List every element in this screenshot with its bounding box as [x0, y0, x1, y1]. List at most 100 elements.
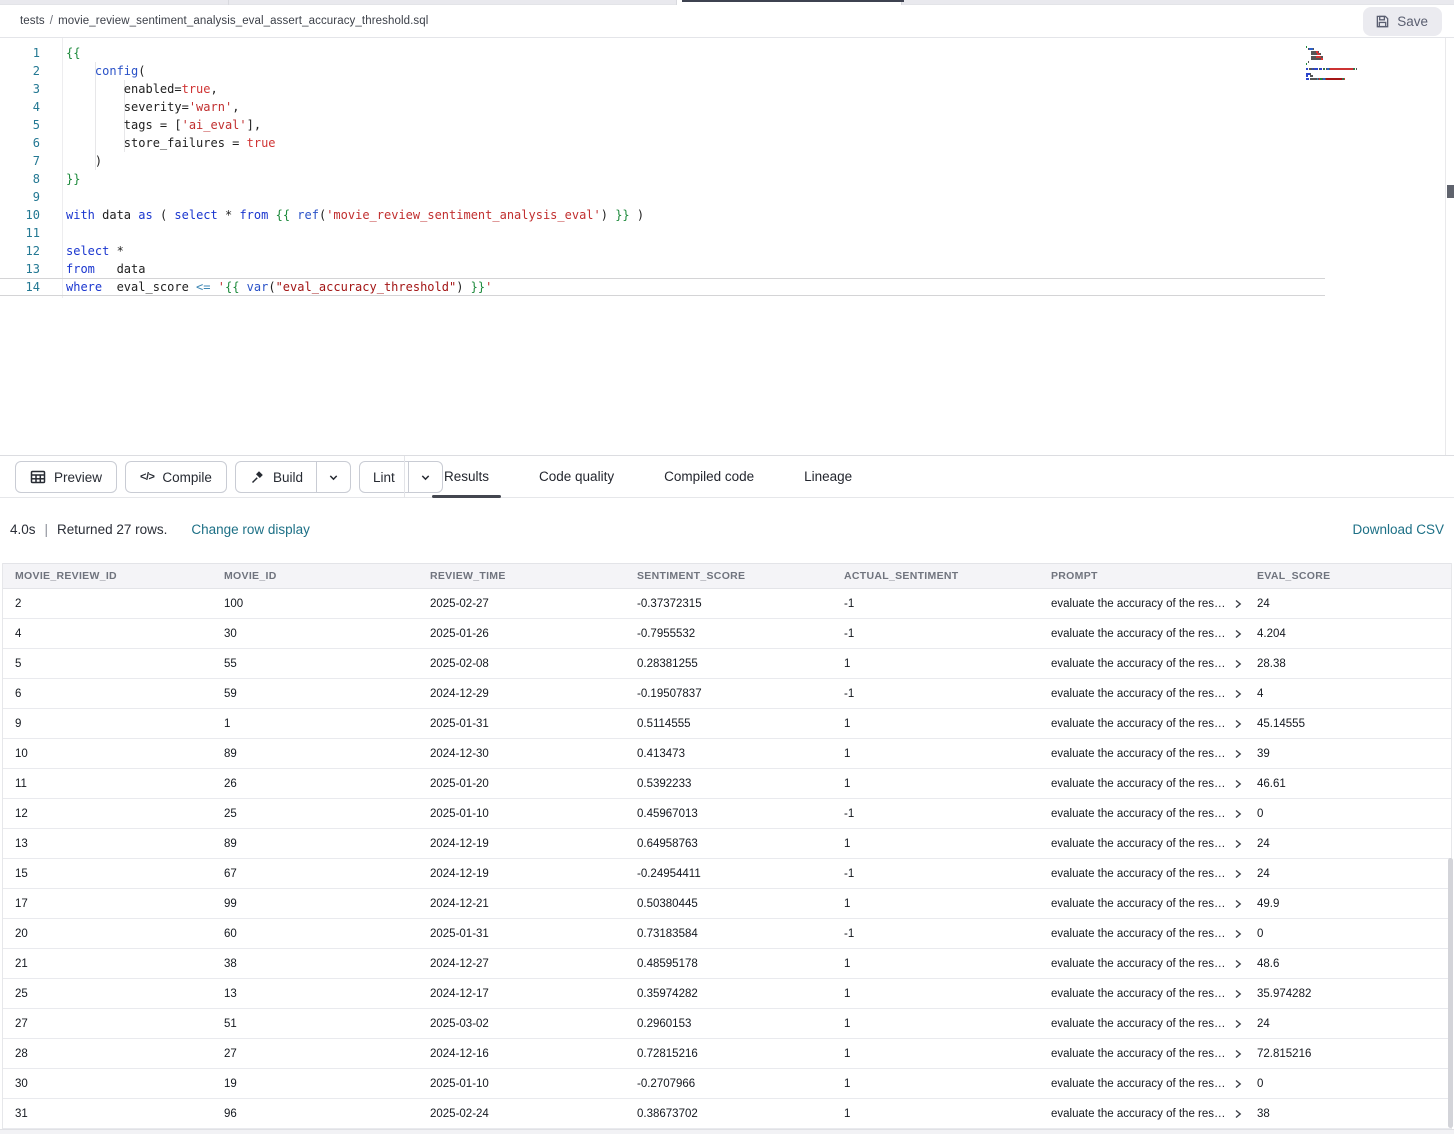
preview-button-label: Preview: [54, 470, 102, 485]
cell-prompt[interactable]: evaluate the accuracy of the res…: [1039, 718, 1245, 730]
editor-scrollbar-track: [1445, 38, 1446, 455]
lint-button[interactable]: Lint: [360, 462, 408, 492]
tab-lineage[interactable]: Lineage: [779, 456, 877, 498]
build-button-group: Build: [235, 461, 351, 493]
cell-prompt[interactable]: evaluate the accuracy of the res…: [1039, 688, 1245, 700]
code-line[interactable]: 13from data: [0, 260, 1325, 278]
preview-button[interactable]: Preview: [15, 461, 117, 493]
tab-compiled-code[interactable]: Compiled code: [639, 456, 779, 498]
cell-prompt[interactable]: evaluate the accuracy of the res…: [1039, 928, 1245, 940]
cell-prompt[interactable]: evaluate the accuracy of the res…: [1039, 1078, 1245, 1090]
chevron-right-icon[interactable]: [1233, 928, 1243, 940]
cell-prompt[interactable]: evaluate the accuracy of the res…: [1039, 778, 1245, 790]
cell-movie_id: 38: [212, 958, 418, 970]
cell-prompt[interactable]: evaluate the accuracy of the res…: [1039, 988, 1245, 1000]
build-button[interactable]: Build: [236, 462, 316, 492]
cell-eval_score: 28.38: [1245, 658, 1451, 670]
chevron-right-icon[interactable]: [1233, 628, 1243, 640]
cell-sentiment_score: -0.37372315: [625, 598, 832, 610]
cell-movie_review_id: 31: [3, 1108, 212, 1120]
download-csv-link[interactable]: Download CSV: [1352, 522, 1444, 537]
cell-prompt[interactable]: evaluate the accuracy of the res…: [1039, 1108, 1245, 1120]
tab-results[interactable]: Results: [419, 456, 514, 498]
cell-actual_sentiment: 1: [832, 1108, 1039, 1120]
query-status: 4.0s | Returned 27 rows. Change row disp…: [10, 522, 310, 537]
code-line[interactable]: 7 ): [0, 152, 1325, 170]
code-line[interactable]: 4 severity='warn',: [0, 98, 1325, 116]
chevron-right-icon[interactable]: [1233, 688, 1243, 700]
save-button-label: Save: [1397, 14, 1428, 29]
hammer-icon: [249, 469, 265, 485]
table-row: 912025-01-310.51145551evaluate the accur…: [3, 709, 1451, 739]
code-line[interactable]: 10with data as ( select * from {{ ref('m…: [0, 206, 1325, 224]
code-editor[interactable]: 1{{2 config(3 enabled=true,4 severity='w…: [0, 38, 1454, 455]
breadcrumb: tests/movie_review_sentiment_analysis_ev…: [20, 15, 428, 27]
save-button[interactable]: Save: [1363, 7, 1442, 36]
code-line[interactable]: 14where eval_score <= '{{ var("eval_accu…: [0, 278, 1325, 296]
cell-actual_sentiment: 1: [832, 898, 1039, 910]
chevron-right-icon[interactable]: [1233, 778, 1243, 790]
change-row-display-link[interactable]: Change row display: [191, 522, 310, 537]
chevron-right-icon[interactable]: [1233, 958, 1243, 970]
cell-review_time: 2024-12-19: [418, 868, 625, 880]
tab-code-quality[interactable]: Code quality: [514, 456, 639, 498]
cell-prompt[interactable]: evaluate the accuracy of the res…: [1039, 598, 1245, 610]
chevron-right-icon[interactable]: [1233, 1018, 1243, 1030]
table-scrollbar-thumb[interactable]: [1448, 858, 1453, 1128]
chevron-right-icon[interactable]: [1233, 868, 1243, 880]
cell-movie_id: 67: [212, 868, 418, 880]
chevron-right-icon[interactable]: [1233, 1108, 1243, 1120]
chevron-right-icon[interactable]: [1233, 658, 1243, 670]
cell-prompt[interactable]: evaluate the accuracy of the res…: [1039, 808, 1245, 820]
code-line[interactable]: 3 enabled=true,: [0, 80, 1325, 98]
prompt-text: evaluate the accuracy of the res…: [1051, 898, 1226, 910]
cell-actual_sentiment: 1: [832, 778, 1039, 790]
code-line[interactable]: 2 config(: [0, 62, 1325, 80]
compile-button[interactable]: </> Compile: [125, 461, 227, 493]
cell-prompt[interactable]: evaluate the accuracy of the res…: [1039, 658, 1245, 670]
chevron-right-icon[interactable]: [1233, 748, 1243, 760]
chevron-right-icon[interactable]: [1233, 988, 1243, 1000]
code-line[interactable]: 9: [0, 188, 1325, 206]
chevron-right-icon[interactable]: [1233, 1078, 1243, 1090]
line-number: 6: [0, 134, 40, 152]
results-toolbar: Preview </> Compile Build: [0, 455, 1454, 498]
cell-review_time: 2025-01-10: [418, 808, 625, 820]
cell-prompt[interactable]: evaluate the accuracy of the res…: [1039, 1018, 1245, 1030]
cell-actual_sentiment: -1: [832, 598, 1039, 610]
code-line[interactable]: 1{{: [0, 44, 1325, 62]
cell-movie_review_id: 20: [3, 928, 212, 940]
code-line[interactable]: 6 store_failures = true: [0, 134, 1325, 152]
chevron-right-icon[interactable]: [1233, 898, 1243, 910]
cell-prompt[interactable]: evaluate the accuracy of the res…: [1039, 838, 1245, 850]
chevron-right-icon[interactable]: [1233, 598, 1243, 610]
cell-prompt[interactable]: evaluate the accuracy of the res…: [1039, 748, 1245, 760]
chevron-right-icon[interactable]: [1233, 1048, 1243, 1060]
cell-sentiment_score: 0.28381255: [625, 658, 832, 670]
code-lines[interactable]: 1{{2 config(3 enabled=true,4 severity='w…: [0, 44, 1325, 296]
minimap[interactable]: [1306, 46, 1402, 80]
code-line[interactable]: 12select *: [0, 242, 1325, 260]
cell-actual_sentiment: 1: [832, 1048, 1039, 1060]
code-line[interactable]: 11: [0, 224, 1325, 242]
code-line[interactable]: 8}}: [0, 170, 1325, 188]
chevron-right-icon[interactable]: [1233, 808, 1243, 820]
build-dropdown-toggle[interactable]: [316, 462, 350, 492]
cell-sentiment_score: 0.64958763: [625, 838, 832, 850]
breadcrumb-separator: /: [50, 15, 53, 27]
editor-scrollbar-thumb[interactable]: [1447, 185, 1454, 198]
chevron-right-icon[interactable]: [1233, 718, 1243, 730]
compile-button-label: Compile: [162, 470, 212, 485]
cell-prompt[interactable]: evaluate the accuracy of the res…: [1039, 868, 1245, 880]
code-line[interactable]: 5 tags = ['ai_eval'],: [0, 116, 1325, 134]
cell-movie_review_id: 2: [3, 598, 212, 610]
cell-eval_score: 0: [1245, 928, 1451, 940]
prompt-text: evaluate the accuracy of the res…: [1051, 838, 1226, 850]
cell-review_time: 2025-01-10: [418, 1078, 625, 1090]
cell-prompt[interactable]: evaluate the accuracy of the res…: [1039, 628, 1245, 640]
chevron-right-icon[interactable]: [1233, 838, 1243, 850]
cell-prompt[interactable]: evaluate the accuracy of the res…: [1039, 1048, 1245, 1060]
cell-review_time: 2024-12-19: [418, 838, 625, 850]
cell-prompt[interactable]: evaluate the accuracy of the res…: [1039, 958, 1245, 970]
cell-prompt[interactable]: evaluate the accuracy of the res…: [1039, 898, 1245, 910]
